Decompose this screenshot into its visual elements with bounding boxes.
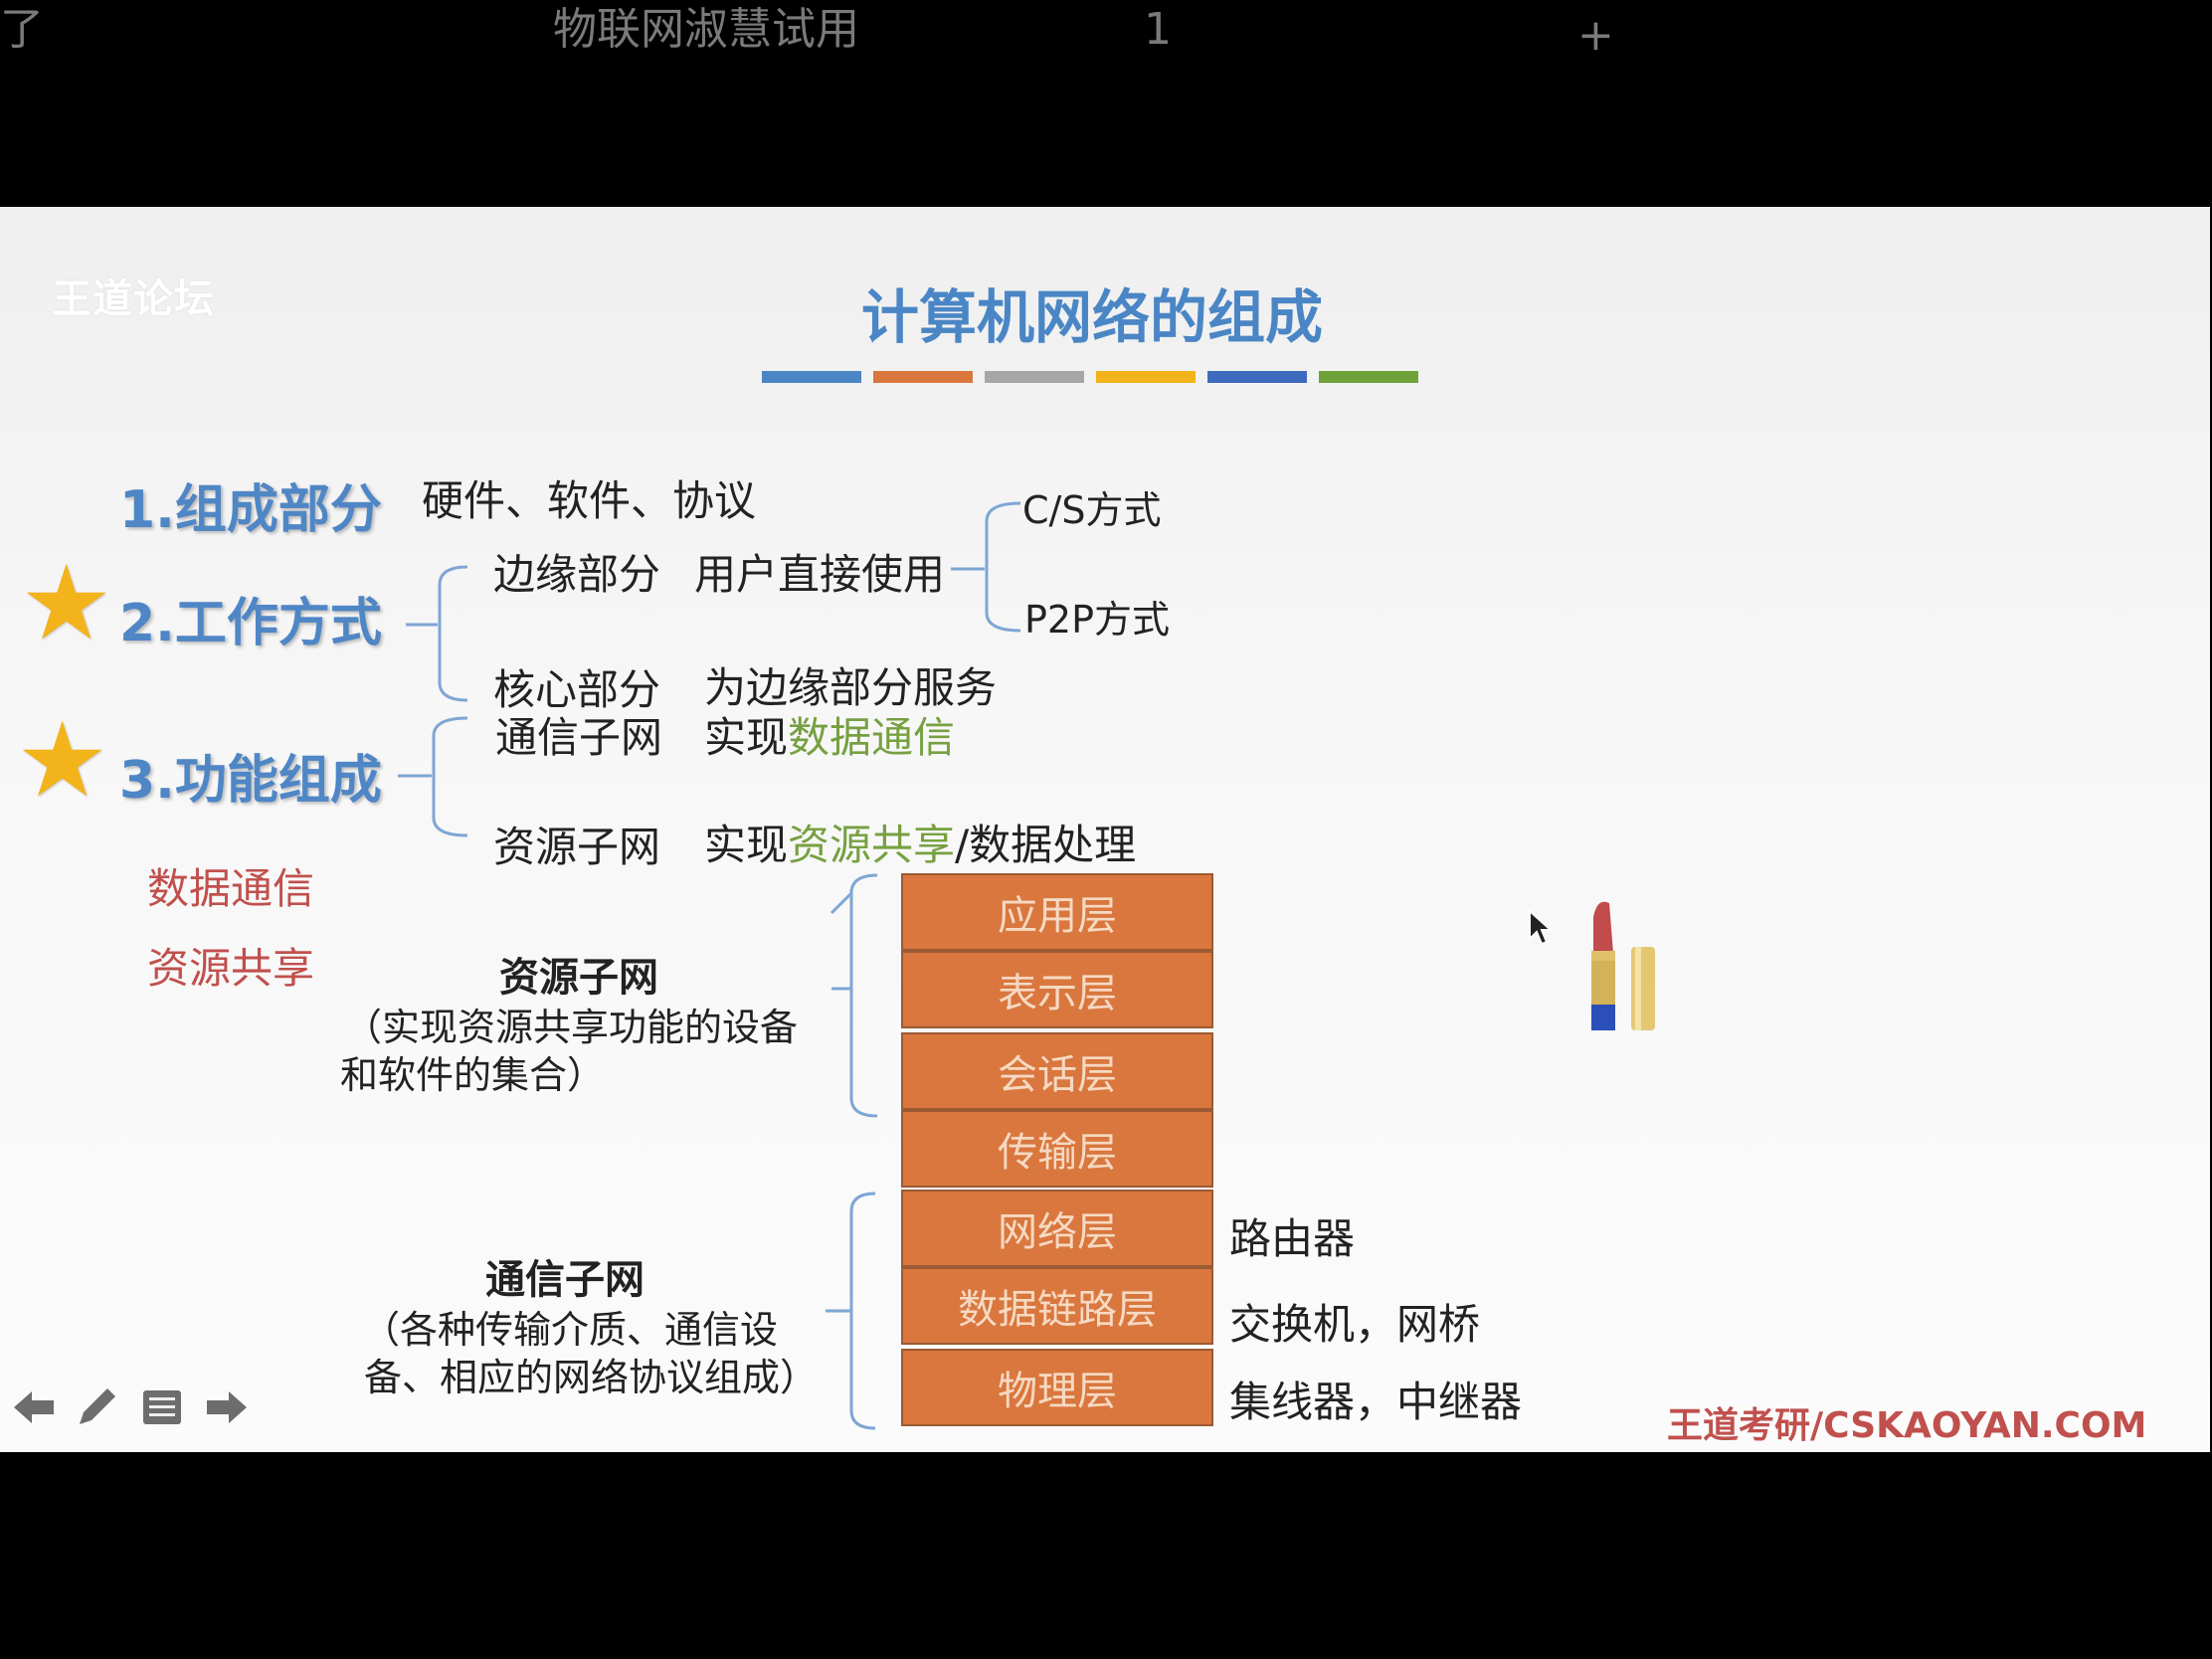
- arrow-left-icon[interactable]: [10, 1382, 60, 1432]
- pencil-icon[interactable]: [72, 1382, 121, 1432]
- comm-subnet-label: 通信子网: [495, 713, 663, 762]
- p2p-mode: P2P方式: [1024, 598, 1171, 642]
- layer-datalink: 数据链路层: [901, 1267, 1213, 1345]
- document-title: 物联网淑慧试用: [553, 4, 859, 55]
- add-tab-button[interactable]: +: [1577, 11, 1614, 60]
- res-desc-highlight: 资源共享: [788, 821, 956, 869]
- title-bar-segment: [873, 371, 973, 383]
- top-bar-left-text: 了: [0, 4, 44, 55]
- layer-session: 会话层: [901, 1032, 1213, 1110]
- comm-subnet-title: 通信子网: [485, 1257, 645, 1303]
- res-desc-suffix: /数据处理: [955, 821, 1137, 869]
- title-bar-segment: [1096, 371, 1196, 383]
- arrow-right-icon[interactable]: [201, 1382, 251, 1432]
- watermark-script: L雅书: [249, 260, 398, 324]
- section3-heading: 3.功能组成: [119, 751, 382, 811]
- lipstick-icon: [1591, 901, 1655, 1030]
- slide-title: 计算机网络的组成: [861, 283, 1324, 351]
- comm-desc-prefix: 实现: [704, 713, 789, 762]
- resource-subnet-desc: 实现资源共享/数据处理: [704, 812, 1136, 872]
- mouse-cursor-icon: [1529, 909, 1554, 946]
- title-bar-segment: [1207, 371, 1307, 383]
- layer-application: 应用层: [901, 873, 1213, 951]
- comm-subnet-desc: 实现数据通信: [704, 704, 955, 765]
- watermark-logo: 王道论坛: [52, 276, 215, 322]
- device-network: 路由器: [1229, 1214, 1356, 1263]
- cs-mode: C/S方式: [1022, 488, 1162, 532]
- top-bar: 了 物联网淑慧试用 1 +: [0, 0, 2212, 207]
- section1-content: 硬件、软件、协议: [422, 476, 757, 525]
- edge-part-label: 边缘部分: [493, 550, 661, 599]
- device-datalink: 交换机，网桥: [1229, 1300, 1481, 1349]
- comm-subnet-desc-line2: 备、相应的网络协议组成）: [364, 1356, 819, 1399]
- bottom-black-bar: [0, 1452, 2212, 1659]
- page-number: 1: [1144, 4, 1172, 55]
- title-bar-segment: [762, 371, 861, 383]
- star-icon: ★: [20, 542, 113, 663]
- brand-watermark: 王道考研/CSKAOYAN.COM: [1667, 1405, 2147, 1446]
- menu-icon[interactable]: [137, 1382, 187, 1432]
- title-bar-segment: [985, 371, 1084, 383]
- resource-subnet-desc-line2: 和软件的集合）: [340, 1053, 606, 1097]
- layer-network: 网络层: [901, 1190, 1213, 1267]
- resource-subnet-title: 资源子网: [499, 955, 658, 1001]
- resource-subnet-label: 资源子网: [493, 823, 661, 871]
- slide: 王道论坛 L雅书 计算机网络的组成 1.组成部分 硬件、软件、协议 ★ 2.工作…: [0, 207, 2210, 1452]
- edge-part-desc: 用户直接使用: [694, 550, 946, 599]
- device-physical: 集线器，中继器: [1229, 1378, 1523, 1426]
- star-icon: ★: [16, 699, 109, 821]
- section2-heading: 2.工作方式: [119, 594, 382, 653]
- layer-presentation: 表示层: [901, 951, 1213, 1028]
- comm-desc-highlight: 数据通信: [788, 713, 956, 762]
- title-bar-segment: [1319, 371, 1418, 383]
- section1-heading: 1.组成部分: [119, 480, 382, 540]
- layer-physical: 物理层: [901, 1349, 1213, 1426]
- resource-subnet-desc-line1: （实现资源共享功能的设备: [344, 1006, 799, 1049]
- red-note-data-communication: 数据通信: [147, 864, 315, 913]
- layer-transport: 传输层: [901, 1110, 1213, 1188]
- res-desc-prefix: 实现: [704, 821, 789, 869]
- comm-subnet-desc-line1: （各种传输介质、通信设: [362, 1308, 779, 1352]
- red-note-resource-sharing: 资源共享: [147, 944, 315, 993]
